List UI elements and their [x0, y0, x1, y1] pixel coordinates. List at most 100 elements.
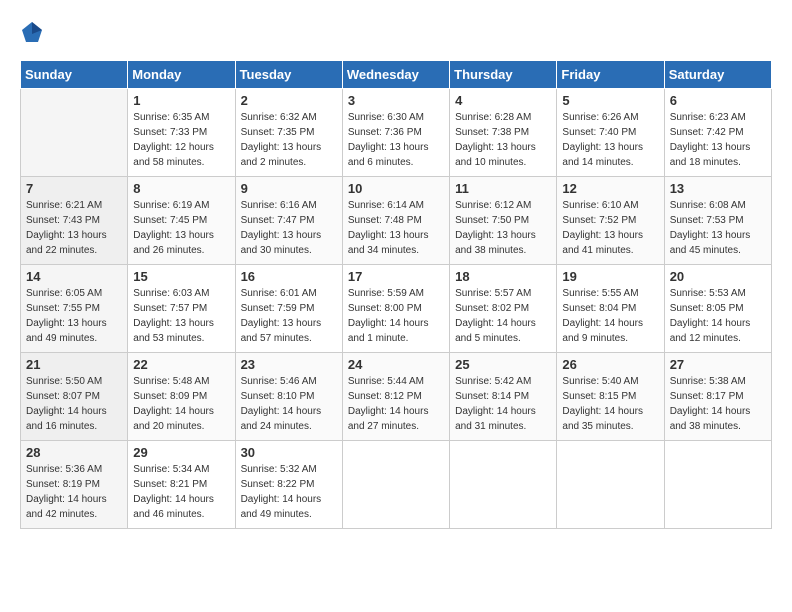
day-info: Sunrise: 6:21 AM Sunset: 7:43 PM Dayligh… — [26, 198, 122, 258]
day-info: Sunrise: 6:19 AM Sunset: 7:45 PM Dayligh… — [133, 198, 229, 258]
day-cell: 3 Sunrise: 6:30 AM Sunset: 7:36 PM Daylig… — [342, 89, 449, 177]
day-info: Sunrise: 6:16 AM Sunset: 7:47 PM Dayligh… — [241, 198, 337, 258]
day-number: 24 — [348, 357, 444, 372]
day-info: Sunrise: 5:55 AM Sunset: 8:04 PM Dayligh… — [562, 286, 658, 346]
day-cell: 7 Sunrise: 6:21 AM Sunset: 7:43 PM Daylig… — [21, 177, 128, 265]
day-cell: 30 Sunrise: 5:32 AM Sunset: 8:22 PM Dayli… — [235, 441, 342, 529]
day-cell: 8 Sunrise: 6:19 AM Sunset: 7:45 PM Daylig… — [128, 177, 235, 265]
day-number: 2 — [241, 93, 337, 108]
day-cell: 29 Sunrise: 5:34 AM Sunset: 8:21 PM Dayli… — [128, 441, 235, 529]
day-cell — [21, 89, 128, 177]
day-number: 4 — [455, 93, 551, 108]
day-cell: 16 Sunrise: 6:01 AM Sunset: 7:59 PM Dayli… — [235, 265, 342, 353]
day-info: Sunrise: 5:57 AM Sunset: 8:02 PM Dayligh… — [455, 286, 551, 346]
day-cell: 27 Sunrise: 5:38 AM Sunset: 8:17 PM Dayli… — [664, 353, 771, 441]
day-cell: 11 Sunrise: 6:12 AM Sunset: 7:50 PM Dayli… — [450, 177, 557, 265]
header-cell-thursday: Thursday — [450, 61, 557, 89]
day-number: 17 — [348, 269, 444, 284]
day-cell: 23 Sunrise: 5:46 AM Sunset: 8:10 PM Dayli… — [235, 353, 342, 441]
day-number: 20 — [670, 269, 766, 284]
day-info: Sunrise: 5:48 AM Sunset: 8:09 PM Dayligh… — [133, 374, 229, 434]
day-info: Sunrise: 6:08 AM Sunset: 7:53 PM Dayligh… — [670, 198, 766, 258]
day-cell: 10 Sunrise: 6:14 AM Sunset: 7:48 PM Dayli… — [342, 177, 449, 265]
day-info: Sunrise: 5:40 AM Sunset: 8:15 PM Dayligh… — [562, 374, 658, 434]
header-cell-friday: Friday — [557, 61, 664, 89]
day-number: 6 — [670, 93, 766, 108]
header-cell-saturday: Saturday — [664, 61, 771, 89]
day-info: Sunrise: 6:35 AM Sunset: 7:33 PM Dayligh… — [133, 110, 229, 170]
day-number: 12 — [562, 181, 658, 196]
day-cell: 13 Sunrise: 6:08 AM Sunset: 7:53 PM Dayli… — [664, 177, 771, 265]
day-number: 1 — [133, 93, 229, 108]
day-info: Sunrise: 5:53 AM Sunset: 8:05 PM Dayligh… — [670, 286, 766, 346]
header-cell-wednesday: Wednesday — [342, 61, 449, 89]
day-info: Sunrise: 5:42 AM Sunset: 8:14 PM Dayligh… — [455, 374, 551, 434]
day-info: Sunrise: 5:32 AM Sunset: 8:22 PM Dayligh… — [241, 462, 337, 522]
day-number: 27 — [670, 357, 766, 372]
day-number: 9 — [241, 181, 337, 196]
day-cell: 2Sunrise: 6:32 AM Sunset: 7:35 PM Daylig… — [235, 89, 342, 177]
header-cell-monday: Monday — [128, 61, 235, 89]
day-number: 15 — [133, 269, 229, 284]
day-info: Sunrise: 6:14 AM Sunset: 7:48 PM Dayligh… — [348, 198, 444, 258]
day-number: 30 — [241, 445, 337, 460]
day-cell: 1 Sunrise: 6:35 AM Sunset: 7:33 PM Daylig… — [128, 89, 235, 177]
day-number: 25 — [455, 357, 551, 372]
week-row-1: 1 Sunrise: 6:35 AM Sunset: 7:33 PM Daylig… — [21, 89, 772, 177]
day-cell: 4Sunrise: 6:28 AM Sunset: 7:38 PM Daylig… — [450, 89, 557, 177]
day-cell: 18 Sunrise: 5:57 AM Sunset: 8:02 PM Dayli… — [450, 265, 557, 353]
day-info: Sunrise: 6:26 AM Sunset: 7:40 PM Dayligh… — [562, 110, 658, 170]
day-cell: 25 Sunrise: 5:42 AM Sunset: 8:14 PM Dayli… — [450, 353, 557, 441]
day-number: 3 — [348, 93, 444, 108]
day-cell: 17 Sunrise: 5:59 AM Sunset: 8:00 PM Dayli… — [342, 265, 449, 353]
day-number: 21 — [26, 357, 122, 372]
day-number: 13 — [670, 181, 766, 196]
day-cell: 5 Sunrise: 6:26 AM Sunset: 7:40 PM Daylig… — [557, 89, 664, 177]
day-cell — [664, 441, 771, 529]
calendar-table: SundayMondayTuesdayWednesdayThursdayFrid… — [20, 60, 772, 529]
day-cell — [342, 441, 449, 529]
day-cell: 24 Sunrise: 5:44 AM Sunset: 8:12 PM Dayli… — [342, 353, 449, 441]
page-header — [20, 20, 772, 44]
header-cell-tuesday: Tuesday — [235, 61, 342, 89]
day-number: 10 — [348, 181, 444, 196]
day-info: Sunrise: 5:44 AM Sunset: 8:12 PM Dayligh… — [348, 374, 444, 434]
day-info: Sunrise: 5:36 AM Sunset: 8:19 PM Dayligh… — [26, 462, 122, 522]
week-row-3: 14 Sunrise: 6:05 AM Sunset: 7:55 PM Dayli… — [21, 265, 772, 353]
day-number: 5 — [562, 93, 658, 108]
day-number: 18 — [455, 269, 551, 284]
day-cell: 12Sunrise: 6:10 AM Sunset: 7:52 PM Dayli… — [557, 177, 664, 265]
day-info: Sunrise: 5:59 AM Sunset: 8:00 PM Dayligh… — [348, 286, 444, 346]
day-info: Sunrise: 5:50 AM Sunset: 8:07 PM Dayligh… — [26, 374, 122, 434]
day-cell: 28 Sunrise: 5:36 AM Sunset: 8:19 PM Dayli… — [21, 441, 128, 529]
day-number: 19 — [562, 269, 658, 284]
day-number: 16 — [241, 269, 337, 284]
day-info: Sunrise: 5:34 AM Sunset: 8:21 PM Dayligh… — [133, 462, 229, 522]
logo — [20, 20, 48, 44]
day-cell: 9 Sunrise: 6:16 AM Sunset: 7:47 PM Daylig… — [235, 177, 342, 265]
day-cell: 26Sunrise: 5:40 AM Sunset: 8:15 PM Dayli… — [557, 353, 664, 441]
day-number: 8 — [133, 181, 229, 196]
day-number: 29 — [133, 445, 229, 460]
day-number: 14 — [26, 269, 122, 284]
week-row-5: 28 Sunrise: 5:36 AM Sunset: 8:19 PM Dayli… — [21, 441, 772, 529]
day-cell — [557, 441, 664, 529]
day-info: Sunrise: 5:38 AM Sunset: 8:17 PM Dayligh… — [670, 374, 766, 434]
day-cell: 6Sunrise: 6:23 AM Sunset: 7:42 PM Daylig… — [664, 89, 771, 177]
header-cell-sunday: Sunday — [21, 61, 128, 89]
day-info: Sunrise: 6:30 AM Sunset: 7:36 PM Dayligh… — [348, 110, 444, 170]
day-number: 11 — [455, 181, 551, 196]
day-info: Sunrise: 5:46 AM Sunset: 8:10 PM Dayligh… — [241, 374, 337, 434]
day-cell — [450, 441, 557, 529]
day-cell: 22Sunrise: 5:48 AM Sunset: 8:09 PM Dayli… — [128, 353, 235, 441]
day-info: Sunrise: 6:05 AM Sunset: 7:55 PM Dayligh… — [26, 286, 122, 346]
day-info: Sunrise: 6:01 AM Sunset: 7:59 PM Dayligh… — [241, 286, 337, 346]
day-number: 28 — [26, 445, 122, 460]
day-info: Sunrise: 6:03 AM Sunset: 7:57 PM Dayligh… — [133, 286, 229, 346]
day-number: 7 — [26, 181, 122, 196]
day-number: 23 — [241, 357, 337, 372]
week-row-2: 7 Sunrise: 6:21 AM Sunset: 7:43 PM Daylig… — [21, 177, 772, 265]
day-cell: 14 Sunrise: 6:05 AM Sunset: 7:55 PM Dayli… — [21, 265, 128, 353]
day-cell: 20 Sunrise: 5:53 AM Sunset: 8:05 PM Dayli… — [664, 265, 771, 353]
day-info: Sunrise: 6:12 AM Sunset: 7:50 PM Dayligh… — [455, 198, 551, 258]
